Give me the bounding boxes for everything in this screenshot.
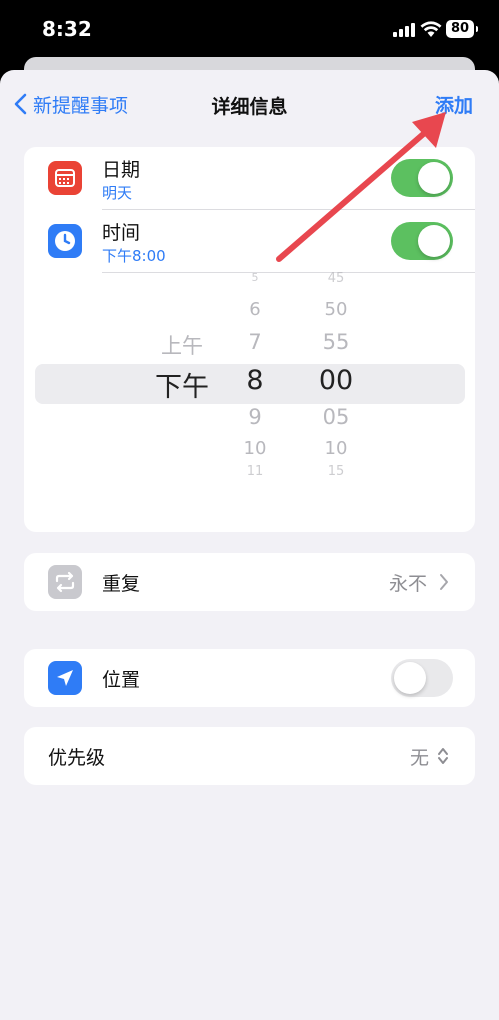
annotation-arrow-icon [276, 112, 446, 262]
